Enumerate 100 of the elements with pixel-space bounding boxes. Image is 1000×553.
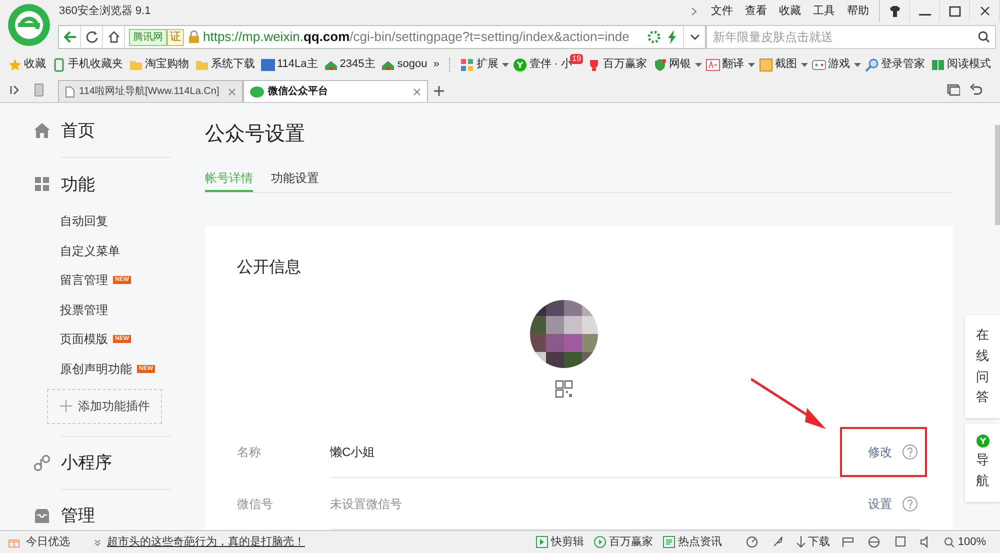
menu-item[interactable]: 工具 — [807, 2, 841, 20]
bookmark-item[interactable]: 截图 — [757, 56, 800, 73]
status-bar-item[interactable]: 热点资讯 — [662, 534, 722, 550]
y-circle-icon — [513, 58, 528, 72]
section-title: 公开信息 — [237, 258, 302, 278]
page-tab[interactable]: 功能设置 — [271, 167, 319, 192]
close-icon — [978, 5, 992, 17]
bookmark-item[interactable]: 百万赢家 — [585, 56, 650, 73]
flag-icon — [842, 536, 854, 548]
search-field[interactable]: 新年限量皮肤点击就送 — [706, 25, 996, 49]
field-value: 懒C小姐 — [330, 444, 376, 460]
bookmark-item[interactable]: 收藏 — [6, 56, 48, 73]
daily-picks-label[interactable]: 今日优选 — [26, 534, 70, 550]
menu-item[interactable]: 查看 — [739, 2, 773, 20]
download-button[interactable]: 下载 — [796, 534, 830, 550]
maximize-icon — [948, 5, 962, 17]
news-link[interactable]: 超市头的这些奇葩行为，真的是打脑壳！ — [107, 534, 305, 550]
address-bar[interactable]: 腾讯网 证 https://mp.weixin.qq.com/cgi-bin/settingpage?t=setting/index&action=inde — [58, 25, 706, 49]
bookmark-item[interactable]: 翻译 — [704, 56, 746, 73]
field-label: 名称 — [237, 444, 262, 461]
plus-icon — [434, 86, 444, 96]
bookmark-item[interactable]: 手机收藏夹 — [50, 56, 125, 73]
shield-icon — [653, 58, 668, 72]
y-circle-icon — [976, 434, 990, 448]
nav-button[interactable]: 导航 — [965, 424, 1000, 502]
zoom-level[interactable]: 100% — [944, 534, 986, 550]
status-bar-item[interactable]: 快剪辑 — [536, 534, 584, 550]
bookmark-item[interactable]: 2345主 — [322, 56, 378, 73]
help-icon — [902, 444, 918, 460]
clip-icon — [536, 536, 548, 548]
sidebar-section[interactable]: 功能 — [33, 170, 205, 199]
sidebar-section[interactable]: 首页 — [33, 117, 205, 146]
speed-icon — [746, 536, 758, 548]
close-icon — [413, 88, 421, 96]
menu-item[interactable]: 帮助 — [841, 2, 875, 20]
skin-icon — [888, 5, 902, 17]
sidebar-item[interactable]: 自动回复 — [60, 212, 108, 230]
bookmark-item[interactable]: 登录管家 — [863, 56, 928, 73]
bookmark-item[interactable]: 淘宝购物 — [127, 56, 191, 73]
edit-link[interactable]: 设置 — [868, 494, 892, 512]
screenshot-icon — [759, 58, 774, 72]
undo-icon — [970, 84, 982, 96]
tab-list-icon — [947, 84, 960, 96]
translate-icon — [706, 58, 720, 72]
bookmark-item[interactable]: 系统下载 — [193, 56, 257, 73]
page-title: 公众号设置 — [205, 122, 306, 147]
sidebar-toggle-icon — [10, 84, 20, 94]
bookmark-item[interactable]: 阅读模式 — [929, 56, 994, 73]
qr-code-icon — [555, 380, 573, 398]
field-label: 微信号 — [237, 496, 274, 513]
close-icon — [228, 88, 236, 96]
minimize-icon — [918, 14, 930, 16]
url-text[interactable]: https://mp.weixin.qq.com/cgi-bin/settingpage?t=setting/index&action=inde — [203, 27, 630, 47]
tab-title: 微信公众平台 — [268, 84, 329, 99]
news-icon — [662, 536, 675, 548]
grid-icon — [33, 175, 51, 194]
more-bookmarks-button[interactable]: » — [431, 56, 442, 73]
bookmark-item[interactable]: 网银 — [651, 56, 694, 73]
inbox-icon — [33, 506, 51, 525]
browser-logo-icon — [8, 4, 50, 46]
chevron-down-icon — [690, 34, 700, 40]
sidebar-item[interactable]: 留言管理 — [60, 271, 108, 290]
sidebar-section[interactable]: 管理 — [33, 502, 205, 530]
edit-link[interactable]: 修改 — [868, 442, 892, 460]
tab-title: 114啦网址导航[Www.114La.Cn] — [79, 84, 220, 99]
loading-icon — [647, 30, 661, 44]
bookmark-item[interactable]: 游戏 — [810, 56, 852, 73]
sidebar-item[interactable]: 页面模版 — [60, 330, 108, 348]
chevron-right-icon — [691, 6, 697, 16]
gamepad-icon — [812, 58, 826, 72]
scrollbar-thumb[interactable] — [995, 125, 1000, 225]
chat-bubble-icon — [250, 86, 264, 98]
bookmark-item[interactable]: sogou — [379, 56, 430, 73]
status-bar-item[interactable]: 百万赢家 — [594, 534, 653, 550]
menu-item[interactable]: 文件 — [705, 2, 739, 20]
browser-tab[interactable]: 114啦网址导航[Www.114La.Cn] — [58, 80, 243, 102]
plus-icon — [60, 400, 72, 412]
download-icon — [796, 536, 806, 548]
zoom-icon — [944, 536, 955, 548]
window-icon — [894, 536, 906, 548]
bookmark-item[interactable]: 扩展 — [458, 56, 500, 73]
phone-icon — [52, 58, 66, 72]
sidebar-item[interactable]: 自定义菜单 — [60, 242, 120, 260]
field-value: 未设置微信号 — [330, 496, 403, 512]
count-badge: 19 — [570, 54, 584, 64]
site-badge: 腾讯网 — [129, 28, 167, 46]
link-icon — [33, 454, 51, 472]
back-icon — [62, 30, 76, 44]
page-icon — [65, 86, 75, 98]
bookmark-item[interactable]: 114La主 — [259, 56, 320, 73]
sidebar-item[interactable]: 原创声明功能 — [60, 360, 132, 378]
browser-tab[interactable]: 微信公众平台 — [243, 80, 428, 102]
online-qa-button[interactable]: 在线问答 — [965, 315, 1000, 418]
sidebar-section[interactable]: 小程序 — [33, 448, 205, 477]
menu-item[interactable]: 收藏 — [773, 2, 807, 20]
book-icon — [931, 58, 946, 72]
sidebar-item[interactable]: 投票管理 — [60, 300, 108, 319]
add-plugin-button[interactable]: 添加功能插件 — [47, 388, 162, 424]
phone-icon — [34, 82, 44, 96]
certificate-badge: 证 — [167, 28, 184, 46]
